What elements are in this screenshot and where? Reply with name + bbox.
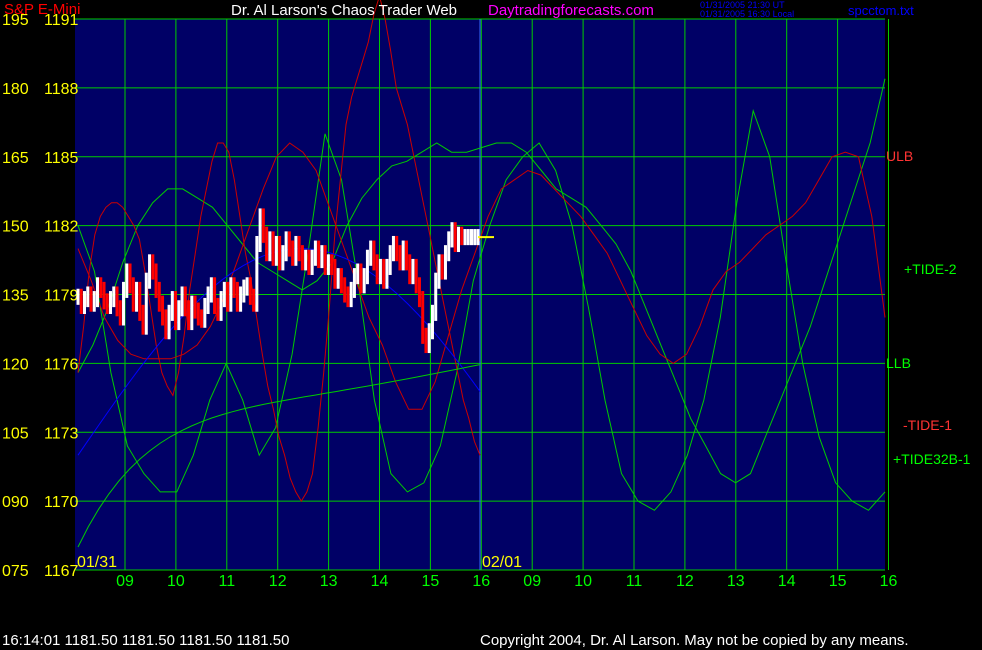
- x-tick-label: 13: [320, 573, 338, 590]
- chart-title: Dr. Al Larson's Chaos Trader Web: [231, 2, 458, 19]
- x-tick-label: 16: [880, 573, 898, 590]
- x-tick-label: 15: [829, 573, 847, 590]
- x-tick-label: 11: [218, 573, 235, 590]
- y-tick-left: 090: [2, 494, 29, 511]
- x-tick-label: 10: [574, 573, 592, 590]
- file-name: spcctom.txt: [848, 3, 914, 18]
- y-tick-left: 075: [2, 563, 29, 580]
- y-tick-left: 135: [2, 288, 29, 305]
- y-tick-left: 165: [2, 150, 29, 167]
- chart-frame: 195 180 165 150 135 120 105 090 075 1191 1188 1185 1…: [0, 0, 982, 650]
- site-name: Daytradingforecasts.com: [488, 2, 654, 19]
- copyright-notice: Copyright 2004, Dr. Al Larson. May not b…: [480, 632, 909, 649]
- time-local: 01/31/2005 16:30 Local: [700, 9, 795, 19]
- date-label: 01/31: [77, 554, 117, 571]
- series-label: -TIDE-1: [903, 417, 952, 433]
- x-tick-label: 12: [676, 573, 694, 590]
- series-label: +TIDE32B-1: [893, 451, 971, 467]
- y-tick-left: 150: [2, 219, 29, 236]
- y-tick-right: 1170: [44, 494, 79, 511]
- y-tick-right: 1188: [44, 81, 79, 98]
- x-tick-label: 11: [626, 573, 643, 590]
- y-tick-left: 180: [2, 81, 29, 98]
- chart-svg: 1951801651501351201050900751191118811851…: [2, 0, 971, 590]
- x-tick-label: 15: [422, 573, 440, 590]
- x-tick-label: 09: [523, 573, 541, 590]
- x-tick-label: 14: [371, 573, 389, 590]
- x-tick-label: 12: [269, 573, 287, 590]
- x-tick-label: 16: [472, 573, 490, 590]
- y-tick-right: 1179: [44, 288, 79, 305]
- series-label: +TIDE-2: [904, 261, 957, 277]
- y-tick-left: 105: [2, 425, 29, 442]
- quote-readout: 16:14:01 1181.50 1181.50 1181.50 1181.50: [2, 632, 290, 649]
- x-tick-label: 10: [167, 573, 185, 590]
- y-tick-right: 1167: [44, 563, 79, 580]
- y-tick-left: 120: [2, 356, 29, 373]
- series-label: LLB: [886, 355, 911, 371]
- date-label: 02/01: [482, 554, 522, 571]
- instrument-title: S&P E-Mini: [4, 1, 81, 18]
- y-tick-right: 1176: [44, 356, 79, 373]
- series-label: ULB: [886, 148, 913, 164]
- x-tick-label: 14: [778, 573, 796, 590]
- x-tick-label: 13: [727, 573, 745, 590]
- x-tick-label: 09: [116, 573, 134, 590]
- y-tick-right: 1173: [44, 425, 79, 442]
- y-tick-right: 1182: [44, 219, 79, 236]
- y-tick-right: 1185: [44, 150, 79, 167]
